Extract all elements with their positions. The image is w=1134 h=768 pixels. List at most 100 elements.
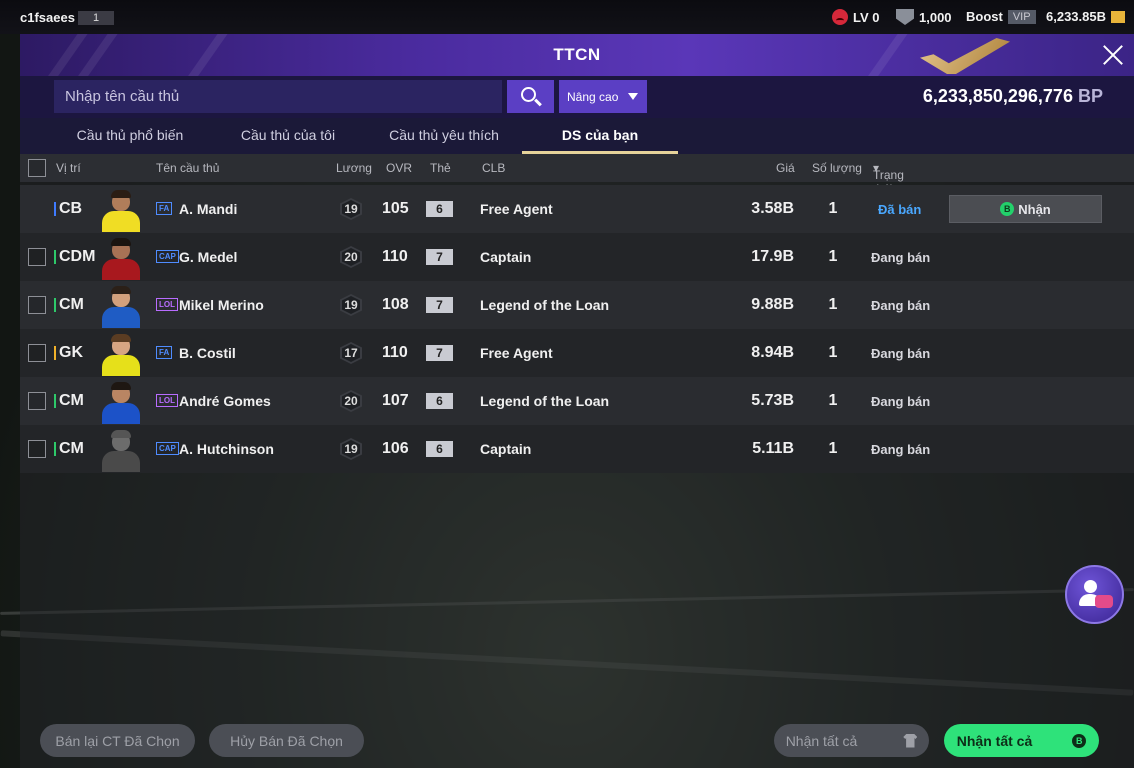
player-name: G. Medel — [179, 249, 238, 265]
player-list: CB FA A. Mandi 19 105 6 Free Agent 3.58B… — [20, 185, 1134, 473]
col-price: Giá — [776, 161, 795, 175]
player-position: CM — [54, 296, 84, 314]
row-checkbox[interactable] — [28, 344, 46, 362]
player-price: 9.88B — [751, 296, 794, 313]
player-portrait — [100, 236, 142, 280]
row-checkbox[interactable] — [28, 296, 46, 314]
player-position: CM — [54, 440, 84, 458]
receive-all-disabled-button[interactable]: Nhận tất cả — [774, 724, 929, 757]
player-quantity: 1 — [828, 296, 838, 313]
row-checkbox[interactable] — [28, 440, 46, 458]
player-position: GK — [54, 344, 83, 362]
player-price: 17.9B — [751, 248, 794, 265]
panel-header: TTCN — [20, 34, 1134, 76]
resell-selected-button[interactable]: Bán lại CT Đã Chọn — [40, 724, 195, 757]
table-row[interactable]: CM CAP A. Hutchinson 19 106 6 Captain 5.… — [20, 425, 1134, 473]
shield-counter[interactable]: 1,000 — [896, 9, 952, 25]
player-quantity: 1 — [828, 248, 838, 265]
season-badge: LOL — [156, 298, 178, 311]
search-button[interactable] — [507, 80, 554, 113]
boost-indicator[interactable]: Boost VIP — [966, 9, 1036, 24]
portrait-hair — [111, 286, 131, 294]
sale-status: Đang bán — [871, 394, 931, 409]
shirt-icon — [903, 733, 918, 748]
select-all-checkbox[interactable] — [28, 159, 46, 177]
table-header: Vị trí Tên cầu thủ Lương OVR Thẻ CLB Giá… — [20, 154, 1134, 196]
player-club: Legend of the Loan — [480, 297, 610, 313]
tab-popular-players[interactable]: Cầu thủ phổ biến — [68, 118, 192, 154]
table-row[interactable]: CB FA A. Mandi 19 105 6 Free Agent 3.58B… — [20, 185, 1134, 233]
season-badge: CAP — [156, 442, 179, 455]
col-ovr: OVR — [386, 161, 413, 175]
player-portrait — [100, 188, 142, 232]
search-row: Nâng cao 6,233,850,296,776 BP — [20, 76, 1134, 118]
search-input[interactable] — [54, 80, 502, 113]
tab-favorite-players[interactable]: Cầu thủ yêu thích — [382, 118, 506, 154]
player-name: A. Mandi — [179, 201, 238, 217]
portrait-kit — [102, 403, 140, 424]
portrait-kit — [102, 355, 140, 376]
portrait-hair — [111, 190, 131, 198]
shield-icon — [896, 9, 914, 25]
portrait-kit — [102, 451, 140, 472]
tab-bar: Cầu thủ phổ biến Cầu thủ của tôi Cầu thủ… — [20, 118, 1134, 154]
row-checkbox[interactable] — [28, 392, 46, 410]
player-portrait — [100, 284, 142, 328]
player-price: 5.11B — [752, 440, 794, 457]
search-icon-handle — [534, 98, 542, 107]
season-badge: FA — [156, 346, 173, 359]
table-row[interactable]: GK FA B. Costil 17 110 7 Free Agent 8.94… — [20, 329, 1134, 377]
player-ovr: 110 — [382, 248, 408, 265]
player-portrait — [100, 332, 142, 376]
grade-badge: 7 — [426, 249, 453, 265]
receive-all-button[interactable]: Nhận tất cả B — [944, 724, 1099, 757]
portrait-hair — [111, 382, 131, 390]
salary-badge: 19 — [340, 438, 362, 460]
player-ovr: 107 — [382, 392, 409, 409]
advanced-filter-dropdown[interactable]: Nâng cao — [559, 80, 647, 113]
player-club: Legend of the Loan — [480, 393, 610, 409]
player-name: Mikel Merino — [179, 297, 264, 313]
sale-status: Đang bán — [871, 298, 931, 313]
portrait-hair — [111, 334, 131, 342]
grade-badge: 6 — [426, 441, 453, 457]
player-ovr: 105 — [382, 200, 409, 217]
tab-my-players[interactable]: Cầu thủ của tôi — [230, 118, 346, 154]
close-icon[interactable] — [1100, 42, 1126, 68]
username: c1fsaees — [20, 10, 75, 25]
table-row[interactable]: CDM CAP G. Medel 20 110 7 Captain 17.9B … — [20, 233, 1134, 281]
b-coin-icon: B — [1072, 733, 1087, 748]
tab-your-list[interactable]: DS của bạn — [522, 118, 678, 154]
grade-badge: 7 — [426, 345, 453, 361]
salary-badge: 17 — [340, 342, 362, 364]
lv-indicator[interactable]: LV 0 — [832, 9, 880, 25]
cancel-selected-button[interactable]: Hủy Bán Đã Chọn — [209, 724, 364, 757]
table-row[interactable]: CM LOL Mikel Merino 19 108 7 Legend of t… — [20, 281, 1134, 329]
portrait-hair — [111, 430, 131, 438]
col-position: Vị trí — [56, 161, 81, 175]
vip-badge: VIP — [1007, 9, 1036, 24]
col-name: Tên cầu thủ — [156, 161, 220, 175]
sale-status: Đang bán — [871, 250, 931, 265]
season-badge: CAP — [156, 250, 179, 263]
row-checkbox[interactable] — [28, 248, 46, 266]
balance-display[interactable]: 6,233.85B — [1046, 9, 1125, 24]
player-name: A. Hutchinson — [179, 441, 274, 457]
support-chat-button[interactable] — [1065, 565, 1124, 624]
season-badge: LOL — [156, 394, 178, 407]
bp-amount: 6,233,850,296,776 — [922, 86, 1073, 106]
person-icon — [1084, 580, 1097, 593]
top-status-bar: c1fsaees 1 LV 0 1,000 Boost VIP 6,233.85… — [0, 0, 1134, 34]
player-quantity: 1 — [828, 344, 838, 361]
coin-icon — [1111, 10, 1125, 23]
grade-badge: 6 — [426, 393, 453, 409]
sale-status: Đang bán — [871, 442, 931, 457]
salary-badge: 20 — [340, 390, 362, 412]
grade-badge: 6 — [426, 201, 453, 217]
player-price: 3.58B — [751, 200, 794, 217]
receive-button[interactable]: B Nhận — [949, 195, 1102, 223]
col-grade: Thẻ — [430, 161, 451, 175]
col-status[interactable]: Trạng thái ▾ — [873, 161, 904, 196]
table-row[interactable]: CM LOL André Gomes 20 107 6 Legend of th… — [20, 377, 1134, 425]
shield-count: 1,000 — [919, 9, 952, 25]
